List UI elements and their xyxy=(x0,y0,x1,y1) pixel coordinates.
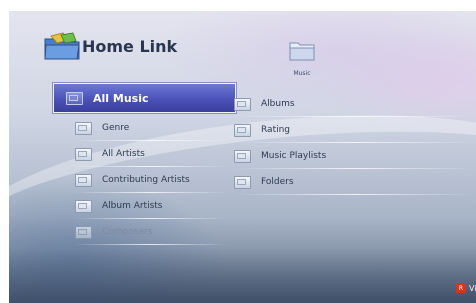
tv-screen: Home Link Music All Music Genre All Artist… xyxy=(9,11,476,303)
menu-divider xyxy=(73,244,228,245)
menu-item-music-playlists[interactable]: Music Playlists xyxy=(234,143,474,169)
hint-text: Vi xyxy=(469,284,476,293)
menu-column-right: Albums Rating Music Playlists Folders xyxy=(234,91,474,195)
menu-item-all-artists[interactable]: All Artists xyxy=(63,141,228,167)
category-label: Music xyxy=(293,70,311,77)
folder-icon xyxy=(234,97,251,111)
menu-item-all-music[interactable]: All Music xyxy=(53,83,236,113)
folder-icon xyxy=(234,149,251,163)
menu-item-genre[interactable]: Genre xyxy=(63,115,228,141)
menu-item-rating[interactable]: Rating xyxy=(234,117,474,143)
menu-item-album-artists[interactable]: Album Artists xyxy=(63,193,228,219)
menu-item-label: Rating xyxy=(261,125,291,135)
menu-item-label: All Music xyxy=(93,91,149,105)
folder-icon xyxy=(289,42,315,61)
category-indicator: Music xyxy=(289,39,315,77)
home-link-logo-icon xyxy=(44,32,80,60)
menu-item-label: Folders xyxy=(261,177,294,187)
folder-icon xyxy=(234,175,251,189)
folder-icon xyxy=(66,91,83,105)
background-band xyxy=(9,248,476,303)
folder-icon xyxy=(75,121,92,135)
folder-icon xyxy=(75,173,92,187)
menu-item-label: Contributing Artists xyxy=(102,175,190,185)
folder-icon xyxy=(234,123,251,137)
menu-item-composers[interactable]: Composers xyxy=(63,219,228,245)
folder-icon xyxy=(75,225,92,239)
red-key-badge: R xyxy=(456,284,466,293)
app-title: Home Link xyxy=(82,37,178,56)
menu-item-label: Composers xyxy=(102,227,153,237)
menu-item-label: All Artists xyxy=(102,149,145,159)
folder-icon xyxy=(75,147,92,161)
menu-item-folders[interactable]: Folders xyxy=(234,169,474,195)
menu-item-label: Genre xyxy=(102,123,130,133)
menu-item-albums[interactable]: Albums xyxy=(234,91,474,117)
menu-item-label: Albums xyxy=(261,99,295,109)
menu-item-label: Album Artists xyxy=(102,201,163,211)
menu-item-label: Music Playlists xyxy=(261,151,327,161)
menu-column-left: All Music Genre All Artists Contributing Ar… xyxy=(53,83,246,245)
menu-divider xyxy=(234,194,474,195)
folder-icon xyxy=(75,199,92,213)
remote-hint[interactable]: R Vi xyxy=(456,284,476,293)
menu-item-contributing-artists[interactable]: Contributing Artists xyxy=(63,167,228,193)
